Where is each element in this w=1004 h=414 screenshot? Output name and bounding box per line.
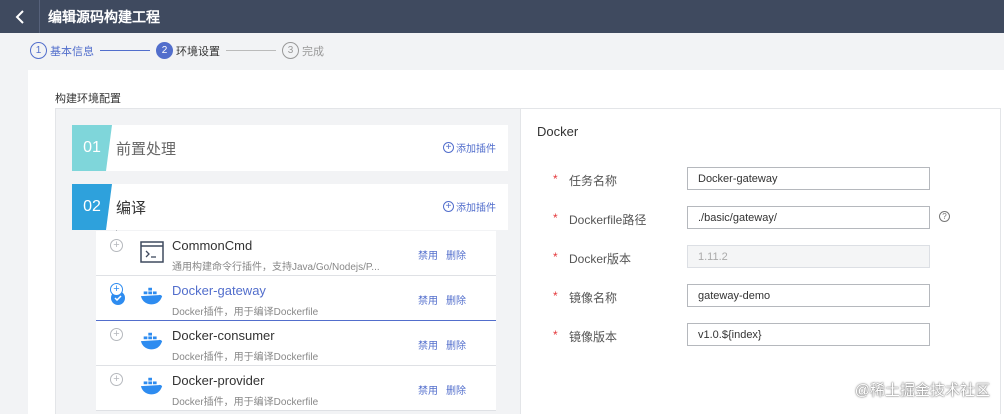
watermark: @稀土掘金技术社区 <box>854 382 990 399</box>
step-label: 基本信息 <box>50 45 94 58</box>
tree-node-icon[interactable]: + <box>110 328 123 341</box>
plugin-description: 通用构建命令行插件，支持Java/Go/Nodejs/P... <box>172 262 380 273</box>
disable-button[interactable]: 禁用 <box>418 337 438 352</box>
stage-name: 编译 <box>116 199 147 217</box>
required-mark: * <box>553 172 558 186</box>
step-connector <box>100 50 150 51</box>
plus-circle-icon: + <box>443 142 454 153</box>
field-label: 镜像版本 <box>569 330 618 344</box>
stage-preprocess: 01 前置处理 + 添加插件 <box>72 125 508 171</box>
form-row-docker-version: * Docker版本 <box>551 245 991 269</box>
disable-button[interactable]: 禁用 <box>418 382 438 397</box>
help-icon[interactable]: ? <box>939 211 950 222</box>
step-number: 2 <box>156 42 173 59</box>
stage-number: 01 <box>72 125 112 171</box>
stage-number: 02 <box>72 184 112 230</box>
plugin-row-docker-gateway[interactable]: Docker-gateway Docker插件，用于编译Dockerfile 禁… <box>96 276 496 321</box>
tree-node-icon[interactable]: + <box>110 239 123 252</box>
image-name-input[interactable] <box>687 284 930 307</box>
required-mark: * <box>553 328 558 342</box>
step-label: 完成 <box>302 45 324 58</box>
field-label: 任务名称 <box>569 174 618 188</box>
delete-button[interactable]: 删除 <box>446 382 466 397</box>
plugin-name: CommonCmd <box>172 238 253 253</box>
plugin-row-docker-consumer[interactable]: Docker-consumer Docker插件，用于编译Dockerfile … <box>96 321 496 366</box>
field-label: 镜像名称 <box>569 291 618 305</box>
plugin-row-commoncmd[interactable]: CommonCmd 通用构建命令行插件，支持Java/Go/Nodejs/P..… <box>96 231 496 276</box>
docker-icon <box>140 287 163 305</box>
step-number: 1 <box>30 42 47 59</box>
task-name-input[interactable] <box>687 167 930 190</box>
step-number: 3 <box>282 42 299 59</box>
step-basic-info[interactable]: 1 基本信息 <box>30 42 94 59</box>
required-mark: * <box>553 250 558 264</box>
docker-icon <box>140 332 163 350</box>
add-plugin-label: 添加插件 <box>456 203 496 214</box>
field-label: Dockerfile路径 <box>569 213 647 227</box>
form-row-image-version: * 镜像版本 <box>551 323 991 347</box>
required-mark: * <box>553 289 558 303</box>
delete-button[interactable]: 删除 <box>446 247 466 262</box>
steps-bar: 1 基本信息 2 环境设置 3 完成 <box>0 33 1004 68</box>
add-plugin-label: 添加插件 <box>456 144 496 155</box>
required-mark: * <box>553 211 558 225</box>
plugin-name: Docker-consumer <box>172 328 275 343</box>
back-button[interactable] <box>0 0 40 33</box>
form-row-image-name: * 镜像名称 <box>551 284 991 308</box>
section-label: 构建环境配置 <box>55 93 121 105</box>
image-version-input[interactable] <box>687 323 930 346</box>
plus-circle-icon: + <box>443 201 454 212</box>
form-row-task-name: * 任务名称 <box>551 167 991 191</box>
disable-button[interactable]: 禁用 <box>418 247 438 262</box>
main-content: 构建环境配置 01 前置处理 + 添加插件 02 编译 + 添加插件 Commo… <box>28 70 1004 414</box>
delete-button[interactable]: 删除 <box>446 337 466 352</box>
tree-node-icon[interactable]: + <box>110 283 123 296</box>
chevron-left-icon <box>15 9 24 24</box>
title-bar: 编辑源码构建工程 <box>0 0 1004 33</box>
field-label: Docker版本 <box>569 252 632 266</box>
plugin-description: Docker插件，用于编译Dockerfile <box>172 307 319 318</box>
plugin-name: Docker-gateway <box>172 283 266 298</box>
plugin-description: Docker插件，用于编译Dockerfile <box>172 397 319 408</box>
pipeline-panel: 01 前置处理 + 添加插件 02 编译 + 添加插件 CommonCmd 通用 <box>55 108 521 414</box>
step-label: 环境设置 <box>176 45 220 58</box>
plugin-description: Docker插件，用于编译Dockerfile <box>172 352 319 363</box>
docker-version-input <box>687 245 930 268</box>
form-row-dockerfile-path: * Dockerfile路径 ? <box>551 206 991 230</box>
step-connector <box>226 50 276 51</box>
plugin-detail-panel: Docker * 任务名称 * Dockerfile路径 ? * Docker版… <box>521 108 1001 414</box>
dockerfile-path-input[interactable] <box>687 206 930 229</box>
delete-button[interactable]: 删除 <box>446 292 466 307</box>
plugin-name: Docker-provider <box>172 373 265 388</box>
add-plugin-button[interactable]: + 添加插件 <box>443 140 496 155</box>
disable-button[interactable]: 禁用 <box>418 292 438 307</box>
add-plugin-button[interactable]: + 添加插件 <box>443 199 496 214</box>
terminal-icon <box>140 241 164 263</box>
docker-icon <box>140 377 163 395</box>
plugin-row-docker-provider[interactable]: Docker-provider Docker插件，用于编译Dockerfile … <box>96 366 496 411</box>
step-finish[interactable]: 3 完成 <box>282 42 324 59</box>
tree-node-icon[interactable]: + <box>110 373 123 386</box>
stage-compile: 02 编译 + 添加插件 <box>72 184 508 230</box>
detail-title: Docker <box>537 124 579 139</box>
step-environment[interactable]: 2 环境设置 <box>156 42 220 59</box>
page-title: 编辑源码构建工程 <box>48 8 160 25</box>
stage-name: 前置处理 <box>116 140 177 158</box>
